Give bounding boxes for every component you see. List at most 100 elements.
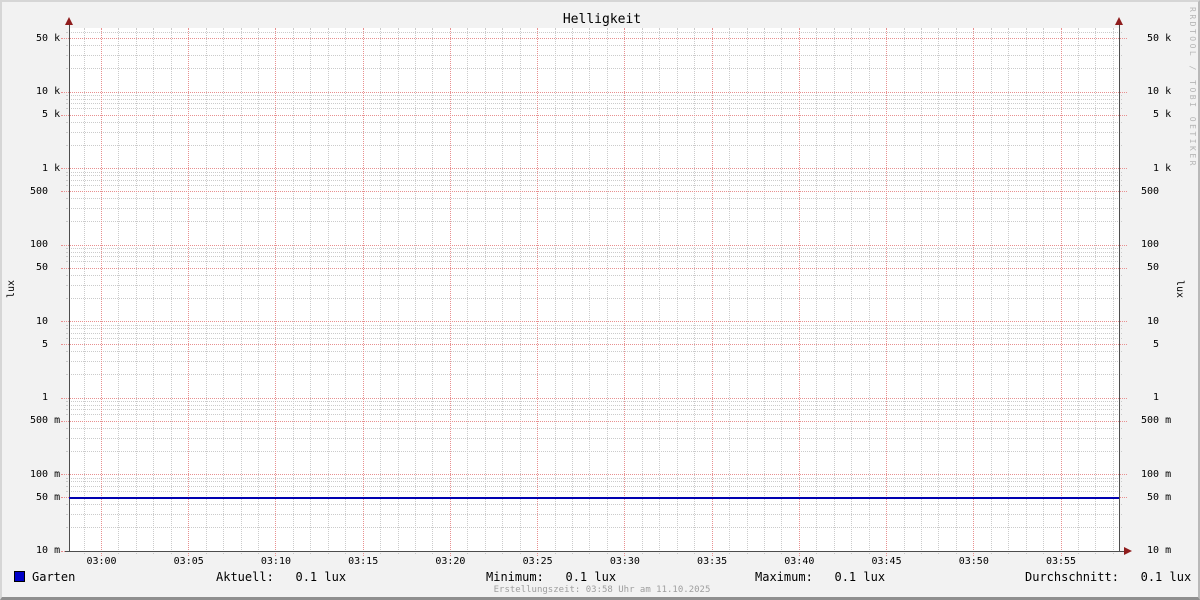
gridline-major-vertical [711,28,713,556]
gridline-minor-vertical [868,28,870,554]
gridline-minor-vertical [1077,28,1079,554]
gridline-minor-vertical [1008,28,1010,554]
gridline-minor-horizontal [66,31,1122,33]
gridline-minor-vertical [397,28,399,554]
series-line-garten [69,496,1119,499]
y-tick-label-right: 1 k [1135,162,1172,174]
gridline-minor-vertical [763,28,765,554]
gridline-minor-horizontal [66,68,1122,70]
gridline-minor-vertical [415,28,417,554]
gridline-major-horizontal [61,420,1127,422]
gridline-minor-horizontal [66,414,1122,416]
gridline-major-vertical [537,28,539,556]
y-tick-label-left: 10 [24,315,61,327]
y-tick-label-left: 500 [24,185,61,197]
y-tick-label-left: 5 k [24,109,61,121]
gridline-minor-horizontal [66,450,1122,452]
y-tick-label-left: 50 k [24,32,61,44]
gridline-major-horizontal [61,397,1127,399]
gridline-minor-horizontal [66,361,1122,362]
gridline-minor-vertical [1095,28,1097,554]
x-tick-label: 03:35 [697,556,728,567]
gridline-minor-vertical [746,28,748,554]
y-tick-label-right: 5 [1135,338,1172,350]
gridline-minor-horizontal [66,504,1122,506]
gridline-major-vertical [275,28,277,556]
gridline-major-vertical [449,28,451,556]
x-tick-label: 03:05 [173,556,204,567]
gridline-major-vertical [101,28,102,556]
y-tick-label-left: 1 k [24,162,61,174]
y-tick-label-left: 10 k [24,86,61,97]
gridline-minor-horizontal [66,251,1122,253]
gridline-minor-vertical [676,28,678,554]
plot-canvas [70,28,1119,551]
plot-area: 03:00 03:05 03:10 03:15 03:20 03:25 03:30 03:35… [2,2,1198,597]
gridline-minor-vertical [816,28,818,554]
gridline-major-horizontal [61,38,1127,40]
gridline-minor-vertical [432,28,434,554]
x-axis [65,551,1125,552]
gridline-minor-horizontal [66,256,1122,258]
y-tick-label-right: 50 [1135,262,1172,274]
x-tick-label: 03:50 [958,556,989,567]
gridline-minor-horizontal [66,198,1122,200]
gridline-minor-vertical [903,28,905,554]
y-tick-label-right: 100 [1135,239,1172,250]
axis-arrow-up-right-icon [1115,17,1123,25]
gridline-minor-horizontal [66,175,1122,177]
gridline-minor-vertical [345,28,347,554]
gridline-minor-horizontal [66,55,1122,56]
gridline-minor-horizontal [66,332,1122,334]
gridline-minor-vertical [118,28,120,554]
gridline-major-horizontal [61,191,1127,193]
gridline-major-vertical [188,28,190,556]
legend-series-label: Garten [32,570,76,584]
gridline-minor-vertical [153,28,155,554]
y-axis-left [69,25,70,552]
y-tick-label-left: 100 m [24,468,61,480]
gridline-minor-horizontal [66,374,1122,376]
gridline-major-vertical [798,28,800,556]
gridline-minor-vertical [641,28,643,554]
gridline-major-vertical [1060,28,1062,556]
gridline-major-horizontal [61,168,1127,169]
x-tick-label: 03:15 [348,556,379,567]
gridline-minor-vertical [851,28,853,554]
gridline-minor-vertical [467,28,469,554]
gridline-minor-horizontal [66,261,1122,263]
legend-swatch-garten [14,571,25,582]
y-tick-label-right: 50 k [1135,32,1172,44]
x-tick-label: 03:25 [522,556,553,567]
gridline-minor-vertical [694,28,696,554]
gridline-minor-horizontal [66,179,1122,181]
y-tick-label-left: 1 [24,392,61,403]
gridline-minor-vertical [1043,28,1045,554]
gridline-minor-horizontal [66,221,1122,223]
y-tick-label-left: 50 [24,262,61,274]
gridline-major-horizontal [61,321,1127,322]
gridline-minor-horizontal [66,274,1122,276]
gridline-minor-vertical [955,28,957,554]
gridline-minor-horizontal [66,297,1122,299]
gridline-minor-horizontal [66,401,1122,402]
gridline-minor-vertical [258,28,259,554]
axis-arrow-right-icon [1124,547,1132,555]
gridline-minor-vertical [589,28,591,554]
x-tick-label: 03:45 [871,556,902,567]
gridline-minor-horizontal [66,404,1122,406]
gridline-minor-horizontal [66,121,1122,123]
gridline-minor-vertical [938,28,940,554]
x-tick-label: 03:10 [260,556,291,567]
gridline-minor-vertical [920,28,922,554]
gridline-minor-horizontal [66,437,1122,439]
gridline-minor-horizontal [66,490,1122,492]
gridline-major-horizontal [61,474,1127,475]
gridline-minor-horizontal [66,481,1122,483]
gridline-minor-horizontal [66,95,1122,96]
rrdtool-graph: Helligkeit lux lux RRDTOOL / TOBI OETIKE… [0,0,1200,600]
axis-arrow-up-left-icon [65,17,73,25]
gridline-minor-horizontal [66,284,1122,286]
y-tick-label-left: 50 m [24,491,61,503]
y-tick-label-left: 5 [24,338,61,350]
